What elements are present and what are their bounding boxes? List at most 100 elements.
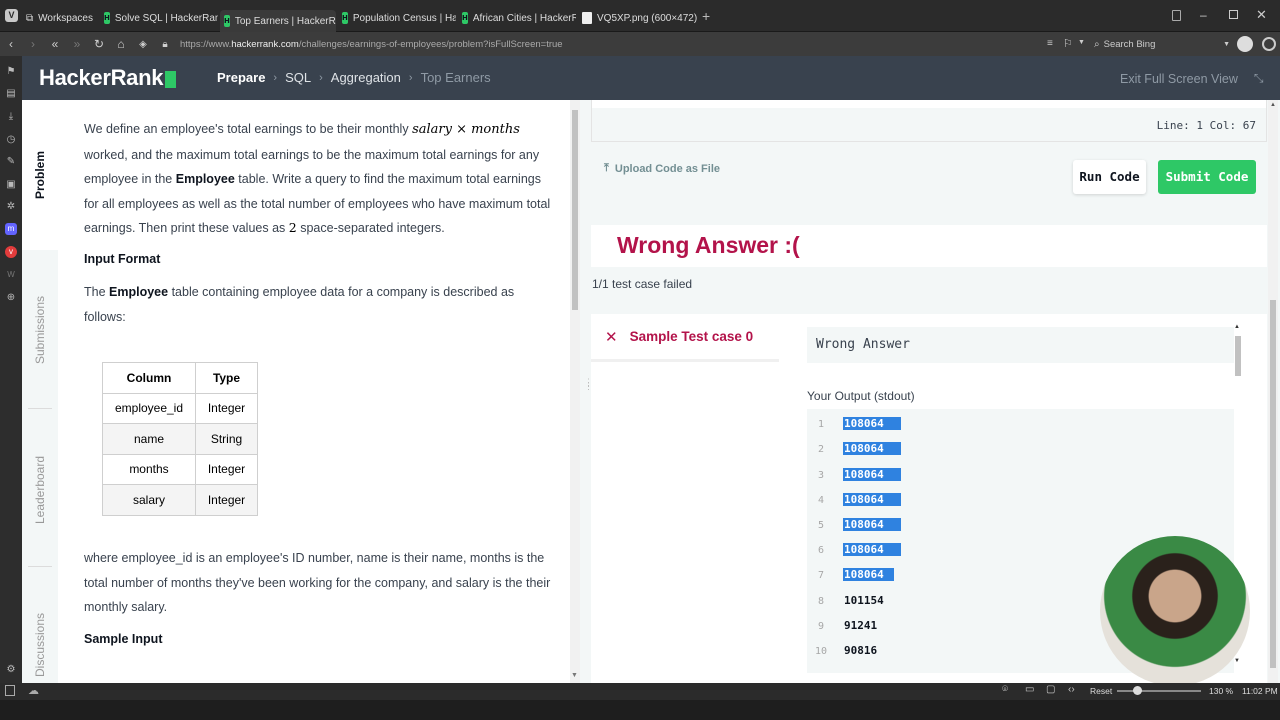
output-line[interactable]: 108064 [843,518,901,531]
tab-problem-label: Problem [33,150,48,200]
vivaldi-menu-icon[interactable]: V [5,9,18,22]
line-number: 6 [817,545,825,556]
side-tab-divider [28,408,52,409]
tab-label: Solve SQL | HackerRank [114,12,218,24]
results-scrollbar[interactable]: ▲ [1268,100,1278,683]
back-icon[interactable]: ‹ [0,37,22,51]
scrollbar-thumb[interactable] [572,110,578,310]
table-header-cell: Column [102,362,196,394]
line-number: 1 [817,419,825,430]
search-icon: ⌕ [1094,38,1100,50]
search-field[interactable]: ⌕ Search Bing ▼ [1094,36,1230,52]
notes-icon[interactable]: ✎ [5,156,17,168]
bookmarks-panel-icon[interactable]: ⚑ [5,66,17,78]
output-line[interactable]: 108064 [843,568,894,581]
line-number: 2 [817,444,825,455]
scrollbar-thumb[interactable] [1270,300,1276,668]
workspaces-button[interactable]: ⧉ Workspaces ▼ [26,8,98,28]
zoom-slider[interactable] [1117,686,1201,695]
scroll-up-arrow-icon[interactable]: ▲ [1234,324,1240,330]
scrollbar-thumb[interactable] [1235,336,1241,376]
exit-fullscreen-button[interactable]: Exit Full Screen View ⤡ [1120,71,1263,86]
input-format-heading: Input Format [84,252,161,266]
scroll-down-arrow-icon[interactable]: ▼ [571,672,578,679]
tab-top-earners[interactable]: H Top Earners | HackerRank [220,10,336,32]
table-cell: salary [102,484,196,516]
upload-code-button[interactable]: ⤒ Upload Code as File [604,162,720,175]
reload-icon[interactable]: ↻ [88,37,110,51]
downloads-icon[interactable]: ⤓ [5,111,17,123]
tab-discussions[interactable]: Discussions [22,600,58,690]
home-icon[interactable]: ⌂ [110,37,132,51]
history-icon[interactable]: ◷ [5,134,17,146]
url-field[interactable]: https://www.hackerrank.com/challenges/ea… [180,39,1050,50]
tab-overview-icon[interactable] [1172,10,1181,21]
page-actions-icon[interactable]: ‹› [1068,684,1075,695]
hackerrank-favicon-icon: H [224,15,230,27]
bookmark-icon[interactable]: ⚐ [1063,37,1073,50]
reader-view-icon[interactable]: ≡ [1047,38,1053,49]
reading-list-icon[interactable]: ▤ [5,88,17,100]
forward-icon[interactable]: › [22,37,44,51]
run-code-button[interactable]: Run Code [1073,160,1146,194]
output-line[interactable]: 108064 [843,468,901,481]
zoom-slider-handle[interactable] [1133,686,1142,695]
panel-toggle-icon[interactable] [5,685,15,696]
breadcrumb-separator-icon: › [408,71,413,84]
tab-african-cities[interactable]: H African Cities | HackerRank [462,8,576,28]
rewind-icon[interactable]: « [44,37,66,51]
breadcrumb-aggregation[interactable]: Aggregation [331,70,401,85]
tab-leaderboard[interactable]: Leaderboard [22,445,58,535]
tab-vq5xp-png[interactable]: VQ5XP.png (600×472) [582,8,698,28]
output-line[interactable]: 91241 [843,619,878,632]
tab-population-census[interactable]: H Population Census | Hacke [342,8,456,28]
output-line[interactable]: 108064 [843,543,901,556]
url-path: /challenges/earnings-of-employees/proble… [298,38,563,50]
fast-forward-icon[interactable]: » [66,37,88,51]
table-name-bold: Employee [175,172,235,186]
tab-solve-sql[interactable]: H Solve SQL | HackerRank [102,8,218,28]
tab-problem[interactable]: Problem [22,140,58,210]
extensions-icon[interactable] [1262,37,1276,51]
line-number: 8 [817,596,825,607]
settings-gear-icon[interactable]: ⚙ [5,664,17,676]
line-number: 5 [817,520,825,531]
new-tab-icon[interactable]: + [702,9,710,23]
capture-icon[interactable]: ⌾ [1002,684,1008,695]
submit-code-button[interactable]: Submit Code [1158,160,1256,194]
wikipedia-icon[interactable]: W [5,269,17,281]
exit-fullscreen-label: Exit Full Screen View [1120,71,1238,86]
output-line[interactable]: 108064 [843,442,901,455]
tile-icon[interactable]: ▢ [1046,684,1055,695]
minimize-icon[interactable]: – [1200,8,1207,22]
output-line[interactable]: 101154 [843,594,885,607]
profile-avatar[interactable] [1237,36,1253,52]
maximize-icon[interactable] [1229,10,1238,19]
shield-icon[interactable]: ◈ [132,39,154,50]
output-line[interactable]: 108064 [843,493,901,506]
problem-scrollbar[interactable]: ▼ [570,100,580,683]
scroll-down-arrow-icon[interactable]: ▼ [1234,658,1240,664]
output-line[interactable]: 90816 [843,644,878,657]
vivaldi-panel-icon[interactable]: v [5,246,17,258]
lock-icon[interactable]: 🔒︎ [154,39,176,50]
hackerrank-logo[interactable]: HackerRank [39,65,177,91]
tab-label: VQ5XP.png (600×472) [597,12,698,24]
window-panel-icon[interactable]: ▣ [5,179,17,191]
scroll-up-arrow-icon[interactable]: ▲ [1270,102,1276,108]
cloud-sync-icon[interactable]: ☁ [28,684,39,697]
testcase-tab[interactable]: ✕ Sample Test case 0 [591,314,779,362]
chevron-down-icon[interactable]: ▼ [1078,39,1085,46]
mastodon-icon[interactable]: m [5,223,17,235]
close-window-icon[interactable]: ✕ [1256,7,1267,23]
image-toggle-icon[interactable]: ▭ [1025,684,1034,695]
zoom-reset-button[interactable]: Reset [1090,686,1112,696]
result-title: Wrong Answer :( [617,232,800,258]
add-panel-icon[interactable]: ⊕ [5,292,17,304]
output-line[interactable]: 108064 [843,417,901,430]
tab-submissions[interactable]: Submissions [22,290,58,370]
testcase-label: Sample Test case 0 [629,329,754,344]
breadcrumb-sql[interactable]: SQL [285,70,311,85]
translate-icon[interactable]: ✲ [5,201,17,213]
breadcrumb-prepare[interactable]: Prepare [217,70,265,85]
